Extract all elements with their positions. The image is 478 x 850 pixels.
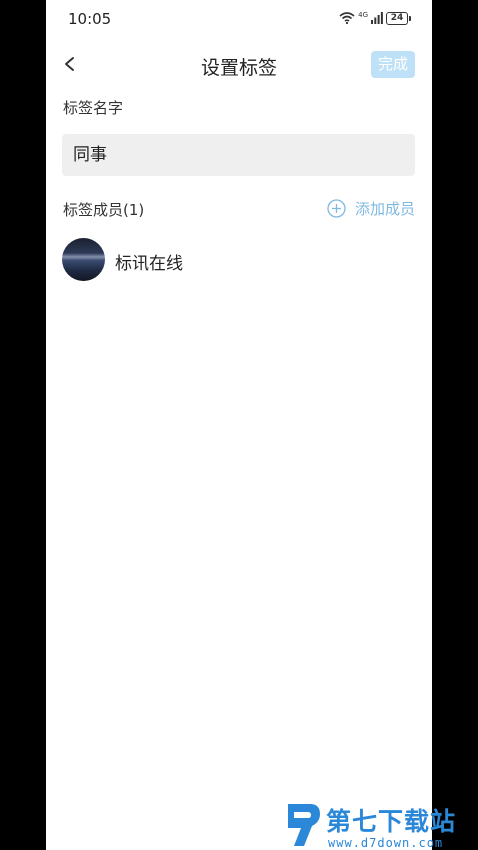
status-icons: 4G 24 <box>339 10 411 26</box>
member-name: 标讯在线 <box>115 254 183 274</box>
status-bar: 10:05 4G 24 <box>46 0 432 36</box>
battery-icon: 24 <box>386 11 411 25</box>
battery-level: 24 <box>390 12 404 23</box>
add-member-label: 添加成员 <box>354 199 415 218</box>
screen: 10:05 4G 24 设置标签 完成 标签名字 同事 标签成员(1) 添加成员… <box>46 0 432 850</box>
avatar <box>62 238 105 281</box>
members-label: 标签成员(1) <box>63 201 145 219</box>
watermark-title: 第七下载站 <box>326 807 457 836</box>
member-item[interactable]: 标讯在线 <box>62 238 415 282</box>
signal-icon <box>371 12 383 24</box>
add-member-button[interactable]: 添加成员 <box>327 198 415 218</box>
tag-name-label: 标签名字 <box>63 99 124 117</box>
done-button[interactable]: 完成 <box>371 51 415 78</box>
watermark-logo <box>288 804 320 846</box>
wifi-icon <box>339 12 355 24</box>
watermark: 第七下载站 www.d7down.com <box>284 802 474 850</box>
add-circle-icon <box>327 198 346 218</box>
network-type: 4G <box>358 11 368 19</box>
tag-name-input[interactable]: 同事 <box>62 134 415 176</box>
watermark-url: www.d7down.com <box>328 836 444 850</box>
status-time: 10:05 <box>68 10 112 28</box>
nav-bar: 设置标签 完成 <box>46 44 432 84</box>
